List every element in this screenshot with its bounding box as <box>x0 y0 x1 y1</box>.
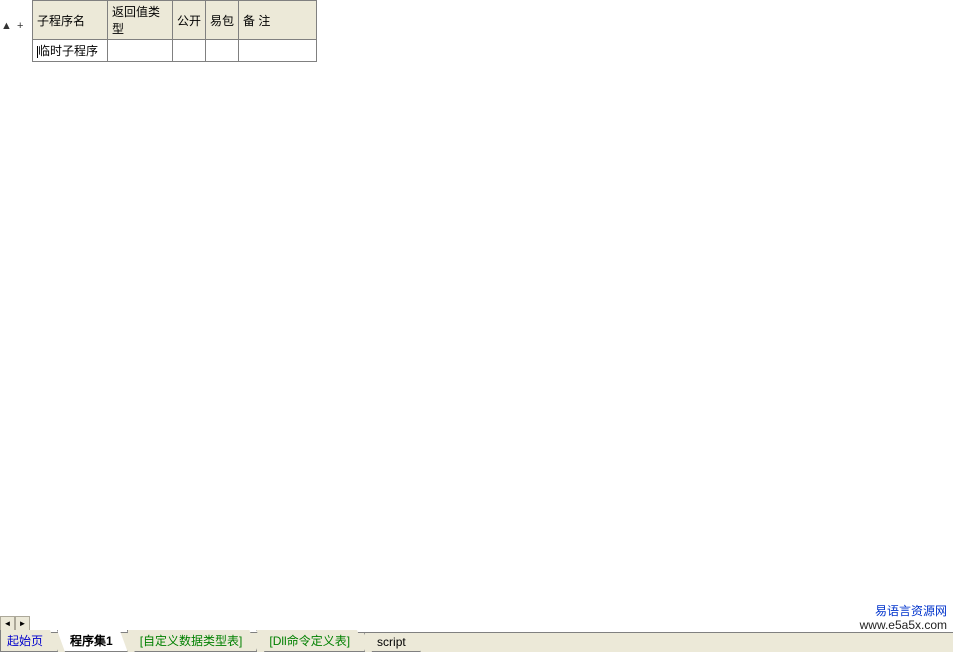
chevron-right-icon: ► <box>19 619 27 628</box>
tab-label: [自定义数据类型表] <box>140 634 243 648</box>
tab-label: script <box>377 635 406 649</box>
watermark-url: www.e5a5x.com <box>860 618 947 632</box>
tab-start-page[interactable]: 起始页 <box>0 630 58 652</box>
scroll-left-button[interactable]: ◄ <box>0 616 15 631</box>
tab-custom-data-types[interactable]: [自定义数据类型表] <box>127 630 258 652</box>
table-header-row: 子程序名 返回值类型 公开 易包 备 注 <box>33 1 317 40</box>
watermark: 易语言资源网 www.e5a5x.com <box>860 604 947 632</box>
tab-program-set-1[interactable]: 程序集1 <box>57 630 128 652</box>
header-remark[interactable]: 备 注 <box>239 1 317 40</box>
cell-name[interactable]: 临时子程序 <box>33 40 108 62</box>
cell-return-type[interactable] <box>108 40 173 62</box>
cell-package[interactable] <box>206 40 239 62</box>
chevron-left-icon: ◄ <box>4 619 12 628</box>
tab-label: 程序集1 <box>70 634 113 648</box>
gutter-mark-arrow: ▲ <box>1 20 12 32</box>
subroutine-table: 子程序名 返回值类型 公开 易包 备 注 临时子程序 <box>32 0 317 62</box>
cell-public[interactable] <box>173 40 206 62</box>
tab-script[interactable]: script <box>364 633 421 652</box>
header-return-type[interactable]: 返回值类型 <box>108 1 173 40</box>
horizontal-scrollbar[interactable]: ◄ ► <box>0 616 30 632</box>
gutter-mark-plus: + <box>17 20 23 32</box>
tab-dll-commands[interactable]: [Dll命令定义表] <box>256 630 365 652</box>
tab-label: 起始页 <box>7 634 43 648</box>
cell-remark[interactable] <box>239 40 317 62</box>
watermark-title: 易语言资源网 <box>860 604 947 618</box>
table-row[interactable]: 临时子程序 <box>33 40 317 62</box>
tab-label: [Dll命令定义表] <box>269 634 350 648</box>
scroll-right-button[interactable]: ► <box>15 616 30 631</box>
header-public[interactable]: 公开 <box>173 1 206 40</box>
header-name[interactable]: 子程序名 <box>33 1 108 40</box>
gutter: ▲ + <box>0 20 30 32</box>
document-tabs: 起始页 程序集1 [自定义数据类型表] [Dll命令定义表] script <box>0 632 953 652</box>
header-package[interactable]: 易包 <box>206 1 239 40</box>
cell-name-value: 临时子程序 <box>38 44 98 58</box>
